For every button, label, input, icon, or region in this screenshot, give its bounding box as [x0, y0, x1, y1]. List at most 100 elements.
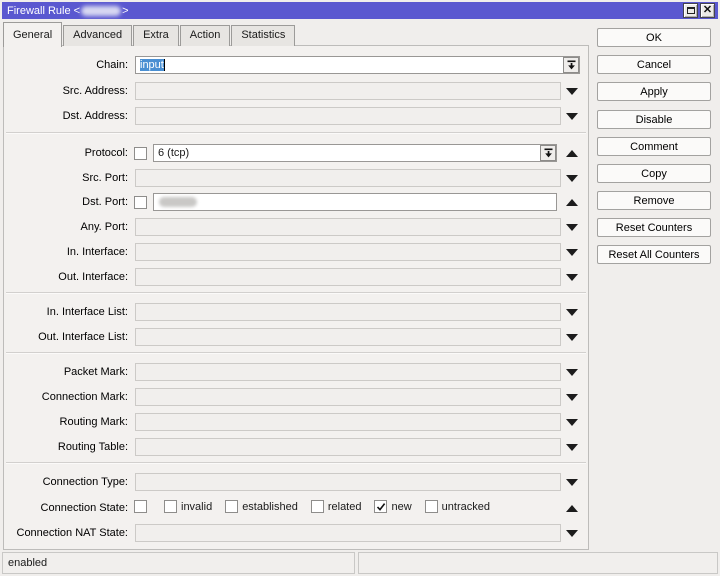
checkbox-established[interactable]: [225, 500, 238, 513]
ok-button[interactable]: OK: [597, 28, 711, 47]
dst-address-field[interactable]: [135, 107, 561, 125]
chevron-down-icon: [566, 369, 578, 376]
remove-button[interactable]: Remove: [597, 191, 711, 210]
redacted-dst-port-value: [159, 197, 197, 207]
routing-mark-label: Routing Mark:: [4, 416, 128, 428]
disable-button[interactable]: Disable: [597, 110, 711, 129]
out-interface-dropdown[interactable]: [563, 270, 581, 285]
connection-type-field[interactable]: [135, 473, 561, 491]
checkbox-invalid[interactable]: [164, 500, 177, 513]
dst-address-dropdown[interactable]: [563, 109, 581, 124]
src-port-dropdown[interactable]: [563, 171, 581, 186]
cancel-button[interactable]: Cancel: [597, 55, 711, 74]
in-interface-field[interactable]: [135, 243, 561, 261]
routing-table-dropdown[interactable]: [563, 440, 581, 455]
protocol-value: 6 (tcp): [154, 147, 189, 159]
close-button[interactable]: ✕: [700, 3, 715, 18]
tab-extra[interactable]: Extra: [133, 25, 179, 46]
protocol-label: Protocol:: [4, 147, 128, 159]
connection-mark-field[interactable]: [135, 388, 561, 406]
out-interface-field[interactable]: [135, 268, 561, 286]
section-separator: [6, 132, 586, 134]
src-address-field[interactable]: [135, 82, 561, 100]
in-interface-list-dropdown[interactable]: [563, 305, 581, 320]
connection-nat-state-row: Connection NAT State:: [4, 524, 588, 543]
src-address-dropdown[interactable]: [563, 84, 581, 99]
connection-mark-dropdown[interactable]: [563, 390, 581, 405]
chevron-down-icon: [566, 274, 578, 281]
src-port-label: Src. Port:: [4, 172, 128, 184]
tab-advanced[interactable]: Advanced: [63, 25, 132, 46]
section-separator: [6, 352, 586, 354]
connection-state-collapse[interactable]: [563, 501, 581, 516]
check-icon: [376, 502, 386, 512]
routing-table-field[interactable]: [135, 438, 561, 456]
src-address-row: Src. Address:: [4, 82, 588, 101]
checkbox-untracked[interactable]: [425, 500, 438, 513]
packet-mark-field[interactable]: [135, 363, 561, 381]
any-port-dropdown[interactable]: [563, 220, 581, 235]
connection-mark-row: Connection Mark:: [4, 388, 588, 407]
out-interface-list-dropdown[interactable]: [563, 330, 581, 345]
titlebar[interactable]: Firewall Rule <> ✕: [2, 2, 718, 19]
chevron-down-icon: [566, 444, 578, 451]
maximize-icon: [687, 7, 695, 14]
chain-field[interactable]: input: [135, 56, 580, 74]
any-port-field[interactable]: [135, 218, 561, 236]
chevron-down-icon: [566, 88, 578, 95]
status-panel-right: [358, 552, 718, 574]
out-interface-list-label: Out. Interface List:: [4, 331, 128, 343]
src-port-field[interactable]: [135, 169, 561, 187]
dst-port-collapse[interactable]: [563, 195, 581, 210]
out-interface-list-row: Out. Interface List:: [4, 328, 588, 347]
chain-value: input: [140, 59, 164, 71]
chain-row: Chain: input: [4, 56, 588, 75]
protocol-field[interactable]: 6 (tcp): [153, 144, 557, 162]
reset-counters-button[interactable]: Reset Counters: [597, 218, 711, 237]
comment-button[interactable]: Comment: [597, 137, 711, 156]
protocol-combo-button[interactable]: [540, 145, 556, 161]
out-interface-row: Out. Interface:: [4, 268, 588, 287]
src-port-row: Src. Port:: [4, 169, 588, 188]
tab-statistics[interactable]: Statistics: [231, 25, 295, 46]
out-interface-list-field[interactable]: [135, 328, 561, 346]
status-panel-left: enabled: [2, 552, 355, 574]
chain-label: Chain:: [4, 59, 128, 71]
maximize-button[interactable]: [683, 3, 698, 18]
dst-address-label: Dst. Address:: [4, 110, 128, 122]
connection-nat-state-dropdown[interactable]: [563, 526, 581, 541]
dst-port-field[interactable]: [153, 193, 557, 211]
dst-port-not-checkbox[interactable]: [134, 196, 147, 209]
copy-button[interactable]: Copy: [597, 164, 711, 183]
chevron-up-icon: [566, 150, 578, 157]
packet-mark-dropdown[interactable]: [563, 365, 581, 380]
apply-button[interactable]: Apply: [597, 82, 711, 101]
checkbox-related[interactable]: [311, 500, 324, 513]
chain-combo-button[interactable]: [563, 57, 579, 73]
section-separator: [6, 292, 586, 294]
routing-mark-dropdown[interactable]: [563, 415, 581, 430]
combo-arrow-icon: [544, 148, 553, 158]
protocol-row: Protocol: 6 (tcp): [4, 144, 588, 163]
tab-general[interactable]: General: [3, 22, 62, 47]
in-interface-label: In. Interface:: [4, 246, 128, 258]
routing-mark-field[interactable]: [135, 413, 561, 431]
in-interface-list-field[interactable]: [135, 303, 561, 321]
protocol-not-checkbox[interactable]: [134, 147, 147, 160]
checkbox-label-established: established: [242, 501, 298, 513]
checkbox-new[interactable]: [374, 500, 387, 513]
chevron-down-icon: [566, 334, 578, 341]
connection-type-label: Connection Type:: [4, 476, 128, 488]
window-title: Firewall Rule <: [7, 5, 80, 17]
connection-state-row: Connection State: invalid established re…: [4, 499, 588, 518]
in-interface-dropdown[interactable]: [563, 245, 581, 260]
protocol-collapse[interactable]: [563, 146, 581, 161]
connection-type-row: Connection Type:: [4, 473, 588, 492]
src-address-label: Src. Address:: [4, 85, 128, 97]
connection-nat-state-field[interactable]: [135, 524, 561, 542]
reset-all-counters-button[interactable]: Reset All Counters: [597, 245, 711, 264]
connection-state-enable-checkbox[interactable]: [134, 500, 147, 513]
tab-action[interactable]: Action: [180, 25, 231, 46]
connection-nat-state-label: Connection NAT State:: [4, 527, 128, 539]
connection-type-dropdown[interactable]: [563, 475, 581, 490]
